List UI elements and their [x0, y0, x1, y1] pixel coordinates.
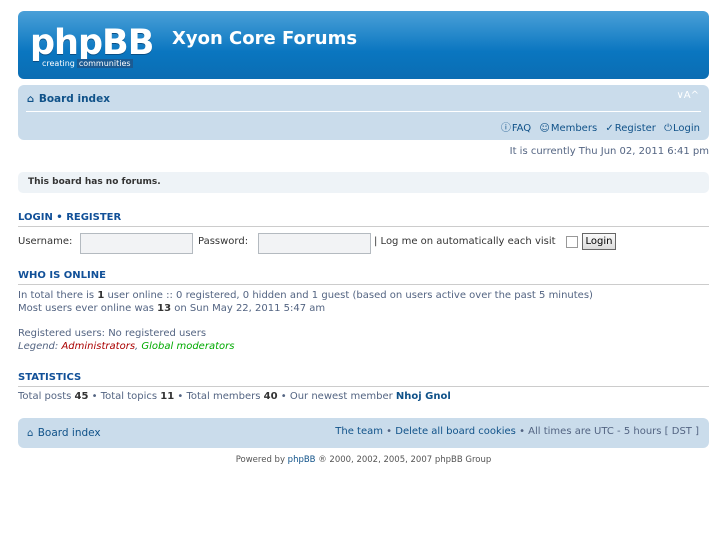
- members-icon: ☺: [539, 123, 550, 134]
- login-link[interactable]: ⏻Login: [664, 123, 700, 134]
- font-size-control[interactable]: ∨A^: [676, 90, 699, 101]
- navbar: ⌂ Board index ∨A^ ⓘFAQ ☺Members ✓Registe…: [18, 85, 709, 140]
- navbar-divider: [26, 111, 701, 112]
- login-form: Username: Password: | Log me on automati…: [18, 232, 709, 254]
- logo-tag-b: communities: [76, 59, 133, 68]
- members-label: Members: [550, 123, 598, 134]
- footer-separator: •: [383, 426, 396, 437]
- legend-administrators[interactable]: Administrators: [61, 341, 135, 352]
- posts-label: Total posts: [18, 391, 75, 402]
- footer-links: The team • Delete all board cookies • Al…: [335, 426, 699, 437]
- breadcrumb-board-index[interactable]: Board index: [39, 93, 110, 105]
- online-record-line: Most users ever online was 13 on Sun May…: [18, 303, 325, 314]
- notice-text: This board has no forums.: [28, 177, 161, 187]
- copyright: Powered by phpBB ® 2000, 2002, 2005, 200…: [18, 455, 709, 465]
- faq-label: FAQ: [511, 123, 532, 134]
- footer-navbar: ⌂ Board index The team • Delete all boar…: [18, 418, 709, 448]
- autologin-checkbox[interactable]: [566, 236, 578, 248]
- phpbb-link[interactable]: phpBB: [288, 455, 316, 465]
- statistics-heading: Statistics: [18, 372, 709, 387]
- delete-cookies-link[interactable]: Delete all board cookies: [395, 426, 516, 437]
- members-label: • Total members: [174, 391, 264, 402]
- online-record-pre: Most users ever online was: [18, 303, 158, 314]
- current-time: It is currently Thu Jun 02, 2011 6:41 pm: [509, 146, 709, 157]
- faq-link[interactable]: ⓘFAQ: [501, 123, 531, 134]
- home-icon: ⌂: [27, 428, 34, 439]
- footer-breadcrumb[interactable]: ⌂ Board index: [27, 427, 101, 439]
- faq-icon: ⓘ: [500, 123, 511, 134]
- timezone-text: • All times are UTC - 5 hours [ DST ]: [515, 426, 699, 437]
- online-record-count: 13: [157, 303, 172, 314]
- site-logo[interactable]: phpBB creating communities: [30, 21, 160, 73]
- newest-member-link[interactable]: Nhoj Gnol: [396, 391, 451, 402]
- register-heading-link[interactable]: Register: [66, 212, 121, 223]
- password-input[interactable]: [258, 233, 371, 254]
- team-link[interactable]: The team: [335, 426, 383, 437]
- logo-tag-a: creating: [42, 59, 75, 68]
- password-label: Password:: [198, 236, 249, 247]
- site-header: phpBB creating communities Xyon Core Foru…: [18, 11, 709, 79]
- autologin-label: | Log me on automatically each visit: [374, 236, 556, 247]
- heading-separator: •: [52, 212, 67, 223]
- login-icon: ⏻: [664, 123, 673, 134]
- statistics-line: Total posts 45 • Total topics 11 • Total…: [18, 391, 451, 402]
- topics-label: • Total topics: [88, 391, 161, 402]
- login-label: Login: [673, 123, 700, 134]
- topics-count: 11: [160, 391, 175, 402]
- who-is-online-heading: Who is online: [18, 270, 709, 285]
- online-total-line: In total there is 1 user online :: 0 reg…: [18, 290, 593, 301]
- register-label: Register: [614, 123, 656, 134]
- register-link[interactable]: ✓Register: [605, 123, 656, 134]
- members-link[interactable]: ☺Members: [539, 123, 597, 134]
- username-input[interactable]: [80, 233, 193, 254]
- login-button[interactable]: Login: [582, 233, 616, 250]
- login-heading-link[interactable]: Login: [18, 212, 53, 223]
- online-total-post: user online :: 0 registered, 0 hidden an…: [104, 290, 593, 301]
- online-record-post: on Sun May 22, 2011 5:47 am: [171, 303, 326, 314]
- no-forums-notice: This board has no forums.: [18, 172, 709, 193]
- copyright-post: ® 2000, 2002, 2005, 2007 phpBB Group: [315, 455, 492, 465]
- copyright-pre: Powered by: [235, 455, 288, 465]
- footer-board-index[interactable]: Board index: [38, 427, 101, 439]
- home-icon: ⌂: [27, 94, 35, 105]
- legend-global-moderators[interactable]: Global moderators: [141, 341, 234, 352]
- registered-users-line: Registered users: No registered users: [18, 328, 207, 339]
- breadcrumb[interactable]: ⌂ Board index: [27, 93, 110, 105]
- logo-tagline: creating communities: [42, 59, 133, 68]
- posts-count: 45: [74, 391, 89, 402]
- legend-label: Legend:: [18, 341, 62, 352]
- legend-line: Legend: Administrators, Global moderator…: [18, 341, 234, 352]
- login-heading: Login • Register: [18, 212, 709, 227]
- username-label: Username:: [18, 236, 73, 247]
- navbar-links: ⓘFAQ ☺Members ✓Register ⏻Login: [496, 119, 700, 134]
- online-total-pre: In total there is: [18, 290, 98, 301]
- members-count: 40: [263, 391, 278, 402]
- register-icon: ✓: [605, 123, 614, 134]
- site-title: Xyon Core Forums: [172, 28, 358, 49]
- newest-member-label: • Our newest member: [277, 391, 396, 402]
